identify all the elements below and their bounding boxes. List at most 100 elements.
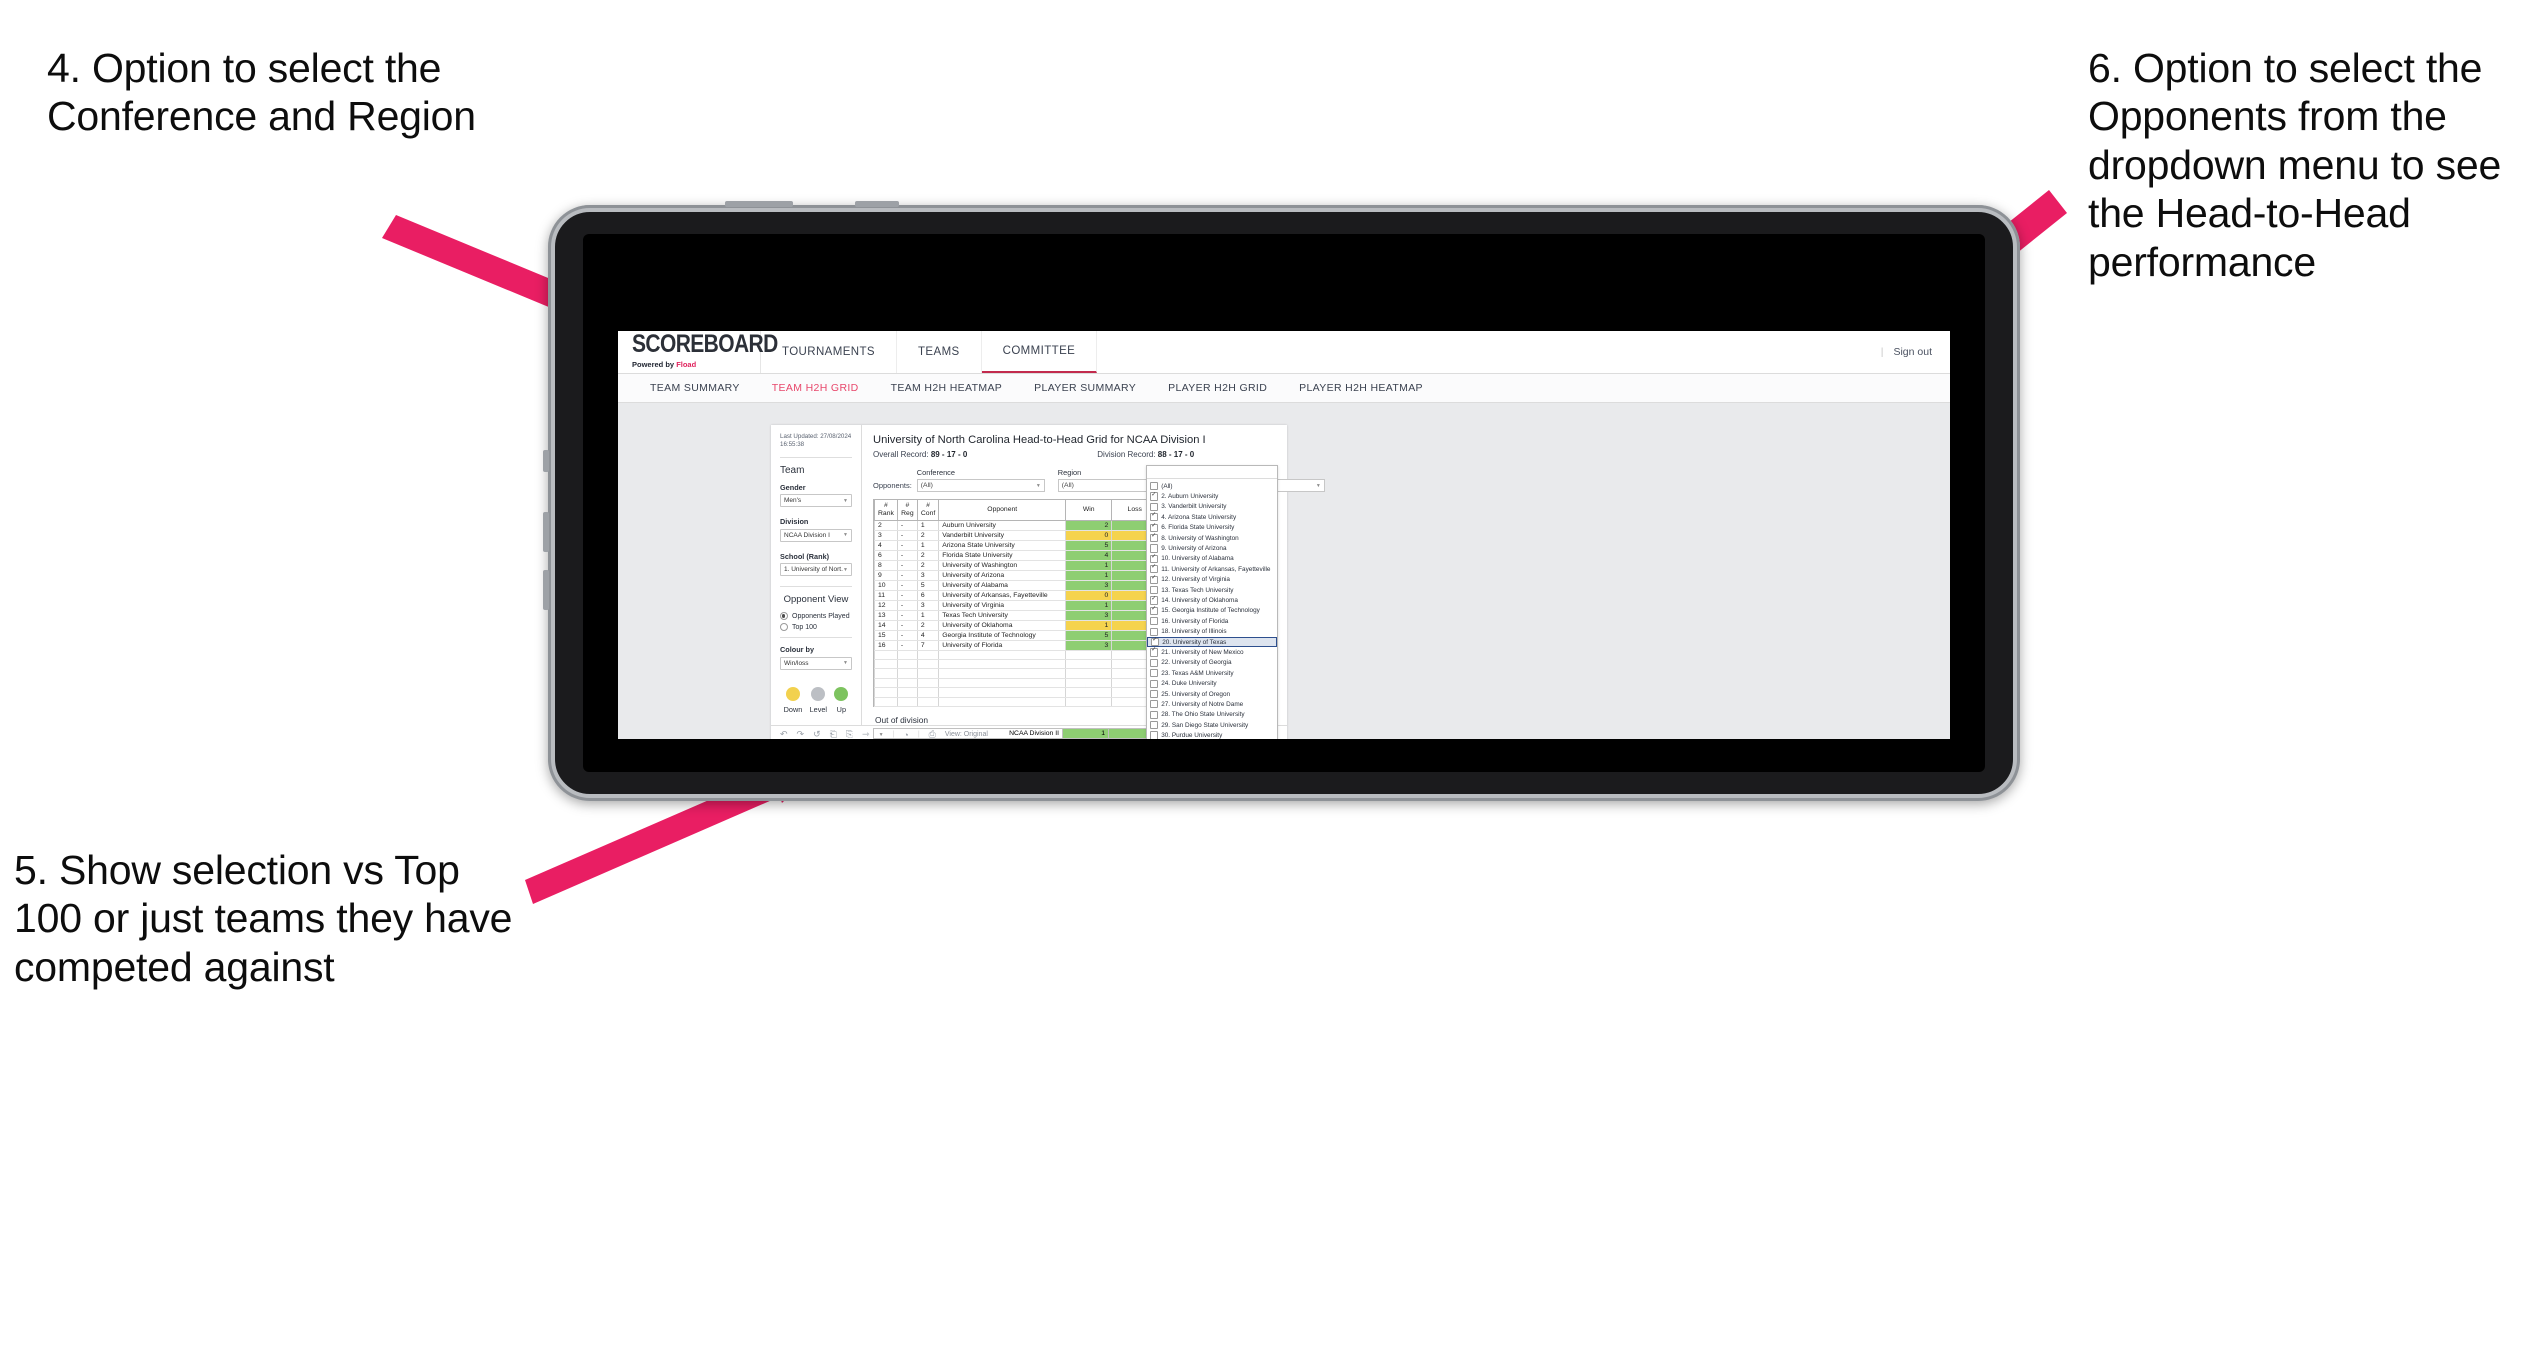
checkbox-icon[interactable] <box>1150 482 1159 491</box>
app-logo[interactable]: SCOREBOARD Powered by Fload <box>618 331 778 373</box>
dropdown-item[interactable]: 25. University of Oregon <box>1147 689 1277 699</box>
nav-item-teams[interactable]: TEAMS <box>897 331 982 373</box>
checkbox-icon[interactable] <box>1150 586 1159 595</box>
redo-icon[interactable]: ↷ <box>797 729 805 739</box>
subnav-item-team-summary[interactable]: TEAM SUMMARY <box>634 382 756 394</box>
cell-empty <box>896 668 918 679</box>
subnav-item-player-summary[interactable]: PLAYER SUMMARY <box>1018 382 1152 394</box>
dropdown-item[interactable]: 14. University of Oklahoma <box>1147 595 1277 605</box>
dropdown-item[interactable]: 4. Arizona State University <box>1147 512 1277 522</box>
dropdown-item[interactable]: (All) <box>1147 481 1277 491</box>
dropdown-item[interactable]: 15. Georgia Institute of Technology <box>1147 606 1277 616</box>
visualization-card: Last Updated: 27/08/2024 16:55:38 Team G… <box>771 425 1325 739</box>
cell-win: 2 <box>1065 520 1113 531</box>
dropdown-item[interactable]: 12. University of Virginia <box>1147 575 1277 585</box>
dropdown-item[interactable]: 27. University of Notre Dame <box>1147 699 1277 709</box>
table-row[interactable]: 9-3University of Arizona10 <box>874 570 1185 581</box>
dropdown-item[interactable]: 2. Auburn University <box>1147 491 1277 501</box>
dropdown-item[interactable]: 28. The Ohio State University <box>1147 710 1277 720</box>
pause-icon[interactable]: ⎘ <box>846 729 853 739</box>
dropdown-item[interactable]: 8. University of Washington <box>1147 533 1277 543</box>
dropdown-item[interactable]: 29. San Diego State University <box>1147 720 1277 730</box>
table-row[interactable]: 11-6 University of Arkansas, Fayetteville… <box>874 590 1185 601</box>
checkbox-icon[interactable] <box>1150 533 1159 543</box>
dropdown-item[interactable]: 30. Purdue University <box>1147 730 1277 739</box>
table-row[interactable]: 10-5University of Alabama30 <box>874 580 1185 591</box>
refresh-icon[interactable]: ⎗ <box>830 729 837 739</box>
table-row[interactable]: 12-3University of Virginia10 <box>874 600 1185 611</box>
checkbox-icon[interactable] <box>1150 595 1159 605</box>
checkbox-icon[interactable] <box>1150 647 1159 657</box>
table-row[interactable]: 2-1Auburn University21 <box>874 520 1185 531</box>
school-rank-select[interactable]: 1. University of Nort... ▼ <box>780 563 852 577</box>
checkbox-icon[interactable] <box>1150 689 1159 699</box>
opponent-dropdown-list[interactable]: (All) 2. Auburn University 3. Vanderbilt U… <box>1147 479 1277 739</box>
radio-button-icon <box>780 612 788 621</box>
cell-win: 0 <box>1065 590 1113 601</box>
subnav-item-team-h2h-heatmap[interactable]: TEAM H2H HEATMAP <box>875 382 1019 394</box>
conference-select[interactable]: (All) ▼ <box>916 479 1045 492</box>
table-row[interactable]: 16-7University of Florida31 <box>874 640 1185 651</box>
dropdown-item[interactable]: 24. Duke University <box>1147 678 1277 688</box>
colour-by-select[interactable]: Win/loss ▼ <box>780 656 852 670</box>
dropdown-item-label: 6. Florida State University <box>1161 524 1235 532</box>
dropdown-item[interactable]: 3. Vanderbilt University <box>1147 502 1277 512</box>
checkbox-icon[interactable] <box>1150 658 1159 667</box>
subnav-item-player-h2h-heatmap[interactable]: PLAYER H2H HEATMAP <box>1283 382 1439 394</box>
dropdown-item[interactable]: 10. University of Alabama <box>1147 554 1277 564</box>
dropdown-item[interactable]: 21. University of New Mexico <box>1147 647 1277 657</box>
checkbox-icon[interactable] <box>1150 523 1159 532</box>
checkbox-icon[interactable] <box>1150 502 1159 512</box>
cell-empty <box>896 687 918 698</box>
dropdown-item[interactable]: 11. University of Arkansas, Fayetteville <box>1147 564 1277 574</box>
checkbox-icon[interactable] <box>1151 637 1160 647</box>
table-row[interactable]: 14-2University of Oklahoma12 <box>874 620 1185 631</box>
radio-opponents-played[interactable]: Opponents Played <box>780 612 852 621</box>
table-row[interactable]: 4-1Arizona State University51 <box>874 540 1185 551</box>
dropdown-item[interactable]: 23. Texas A&M University <box>1147 668 1277 678</box>
gender-select[interactable]: Men's ▼ <box>780 494 852 508</box>
share-icon[interactable]: ⇾ <box>862 729 870 739</box>
dropdown-item[interactable]: 9. University of Arizona <box>1147 543 1277 553</box>
checkbox-icon[interactable] <box>1150 544 1159 553</box>
checkbox-icon[interactable] <box>1150 492 1159 501</box>
division-select[interactable]: NCAA Division I ▼ <box>780 528 852 542</box>
table-row[interactable]: 8-2University of Washington10 <box>874 560 1185 571</box>
dropdown-item[interactable]: 13. Texas Tech University <box>1147 585 1277 595</box>
checkbox-icon[interactable] <box>1150 512 1159 522</box>
nav-item-tournaments[interactable]: TOURNAMENTS <box>761 331 897 373</box>
checkbox-icon[interactable] <box>1150 710 1159 719</box>
checkbox-icon[interactable] <box>1150 627 1159 636</box>
checkbox-icon[interactable] <box>1150 669 1159 678</box>
table-row[interactable]: 3-2Vanderbilt University04 <box>874 530 1185 541</box>
checkbox-icon[interactable] <box>1150 575 1159 584</box>
opponent-dropdown-panel[interactable]: (All) 2. Auburn University 3. Vanderbilt U… <box>1146 465 1278 739</box>
cell-opponent: University of Virginia <box>938 600 1067 611</box>
checkbox-icon[interactable] <box>1150 606 1159 615</box>
sign-out-link[interactable]: Sign out <box>1893 346 1932 358</box>
nav-item-committee[interactable]: COMMITTEE <box>981 331 1098 373</box>
checkbox-icon[interactable] <box>1150 564 1159 574</box>
checkbox-icon[interactable] <box>1150 617 1159 626</box>
undo-icon[interactable]: ↶ <box>780 729 788 739</box>
table-row[interactable]: 15-4Georgia Institute of Technology50 <box>874 630 1185 641</box>
table-row[interactable]: 13-1Texas Tech University30 <box>874 610 1185 621</box>
checkbox-icon[interactable] <box>1150 554 1159 564</box>
checkbox-icon[interactable] <box>1150 679 1159 688</box>
dropdown-item[interactable]: 22. University of Georgia <box>1147 658 1277 668</box>
subnav-item-player-h2h-grid[interactable]: PLAYER H2H GRID <box>1152 382 1283 394</box>
radio-top-100[interactable]: Top 100 <box>780 623 852 632</box>
checkbox-icon[interactable] <box>1150 721 1159 730</box>
dropdown-item[interactable]: 16. University of Florida <box>1147 616 1277 626</box>
conference-value: (All) <box>920 482 933 489</box>
dropdown-item[interactable]: 6. Florida State University <box>1147 523 1277 533</box>
opponent-search-input[interactable] <box>1147 466 1277 479</box>
checkbox-icon[interactable] <box>1150 700 1159 709</box>
checkbox-icon[interactable] <box>1150 731 1159 739</box>
table-row[interactable]: 6-2Florida State University42 <box>874 550 1185 561</box>
dropdown-item[interactable]: 20. University of Texas <box>1147 636 1277 648</box>
dropdown-item[interactable]: 18. University of Illinois <box>1147 626 1277 636</box>
cell-opponent: University of Arkansas, Fayetteville <box>938 590 1067 601</box>
subnav-item-team-h2h-grid[interactable]: TEAM H2H GRID <box>756 382 875 394</box>
revert-icon[interactable]: ↺ <box>813 729 821 739</box>
